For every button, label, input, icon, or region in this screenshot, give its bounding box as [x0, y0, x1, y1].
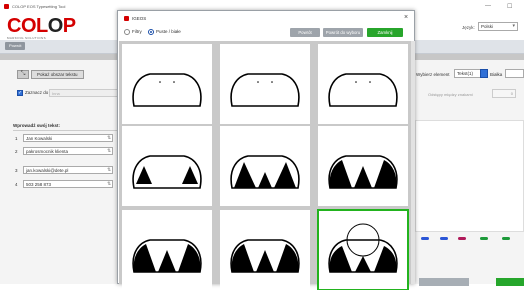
row-format-icon[interactable]: ⇅	[107, 135, 111, 141]
row-format-icon[interactable]: ⇅	[107, 181, 111, 187]
text-row: 3 jan.kowalski@dete.pl ⇅	[13, 166, 123, 176]
stamp-preview	[415, 120, 524, 232]
outline-frame-icon	[318, 44, 408, 124]
row-number: 3	[15, 168, 18, 173]
frame-tile[interactable]	[318, 126, 408, 206]
panel-divider	[13, 130, 121, 131]
dialog-title: IGEOS	[132, 16, 147, 21]
frame-tile[interactable]	[220, 44, 310, 124]
element-select-button[interactable]	[480, 69, 488, 78]
brand-logo: COLOP MARKING SOLUTIONS	[7, 15, 76, 40]
brand-logo-prefix: COL	[7, 15, 48, 37]
font-select[interactable]	[505, 69, 524, 78]
row-number: 1	[15, 136, 18, 141]
secondary-action-button[interactable]	[419, 278, 469, 286]
frame-tile[interactable]	[122, 126, 212, 206]
text-row: 4 503 258 873 ⇅	[13, 180, 123, 190]
frame-picker-dialog: IGEOS × Filtry Puste / białe Powrót Powr…	[117, 10, 415, 290]
color-swatch[interactable]	[421, 237, 429, 240]
font-label: Białka	[490, 72, 503, 77]
row-format-icon[interactable]: ⇅	[107, 148, 111, 154]
app-logo-icon	[4, 4, 9, 9]
frame-tile[interactable]	[318, 44, 408, 124]
back-button[interactable]: Powrót	[5, 42, 26, 50]
dialog-close-button[interactable]: ×	[404, 14, 408, 21]
color-swatch[interactable]	[458, 237, 466, 240]
frame-tile[interactable]	[220, 210, 310, 290]
filters-radio[interactable]	[124, 29, 130, 35]
brand-logo-suffix: P	[62, 15, 76, 37]
language-label: Język:	[462, 25, 475, 30]
element-label: Wybierz element	[416, 72, 450, 77]
frame-tile[interactable]	[122, 44, 212, 124]
grid-scrollbar[interactable]	[411, 41, 415, 284]
filled-frame-with-circle-icon	[318, 210, 408, 290]
frame-tile[interactable]	[122, 210, 212, 290]
partial-dark-frame-icon	[220, 126, 310, 206]
filters-radio-label: Filtry	[132, 29, 142, 34]
filled-corner-frame-icon	[318, 126, 408, 206]
frame-grid	[119, 41, 415, 290]
enter-text-title: Wprowadź swój tekst:	[13, 123, 61, 128]
text-row: 2 pakrosmocnik klienta ⇅	[13, 147, 123, 157]
spacing-input[interactable]: 0	[492, 89, 516, 98]
text-line-input[interactable]: pakrosmocnik klienta	[23, 147, 113, 155]
text-line-input[interactable]: 503 258 873	[23, 180, 113, 188]
dialog-logo-icon	[124, 16, 129, 21]
text-line-input[interactable]: jan.kowalski@dete.pl	[23, 166, 113, 174]
color-swatch[interactable]	[480, 237, 488, 240]
outline-frame-icon	[220, 44, 310, 124]
outline-frame-icon	[122, 44, 212, 124]
show-text-area-button[interactable]: Pokaż obszar tekstu	[31, 70, 84, 79]
text-line-input[interactable]: Jan Kowalski	[23, 134, 113, 142]
frame-tile[interactable]	[220, 126, 310, 206]
mark-all-field[interactable]: Inna	[49, 89, 119, 97]
dialog-close-action-button[interactable]: Zamknij	[367, 28, 403, 37]
color-swatch[interactable]	[502, 237, 510, 240]
dialog-back-button[interactable]: Powrót	[290, 28, 320, 37]
partial-corner-frame-icon	[122, 126, 212, 206]
filled-corner-frame-icon	[220, 210, 310, 290]
app-title: COLOP EOS Typesetting Tool	[12, 4, 66, 9]
row-number: 2	[15, 149, 18, 154]
resize-button[interactable]: ⤡	[17, 70, 29, 79]
empty-radio[interactable]	[148, 29, 154, 35]
language-select[interactable]: Polski	[478, 22, 518, 31]
frame-tile[interactable]	[317, 209, 409, 290]
spacing-label: Odstępy między znakami	[428, 92, 473, 97]
brand-logo-o: O	[47, 15, 64, 37]
color-swatch[interactable]	[440, 237, 448, 240]
filled-corner-frame-icon	[122, 210, 212, 290]
back-to-choice-button[interactable]: Powrót do wyboru	[323, 28, 363, 37]
row-format-icon[interactable]: ⇅	[107, 167, 111, 173]
text-row: 1 Jan Kowalski ⇅	[13, 134, 123, 144]
row-number: 4	[15, 182, 18, 187]
maximize-button[interactable]: ☐	[507, 3, 512, 10]
primary-action-button[interactable]	[496, 278, 524, 286]
minimize-button[interactable]: —	[485, 3, 491, 9]
empty-radio-label: Puste / białe	[156, 29, 181, 34]
mark-all-checkbox[interactable]: ✓	[17, 90, 23, 96]
dialog-titlebar: IGEOS ×	[118, 11, 414, 25]
